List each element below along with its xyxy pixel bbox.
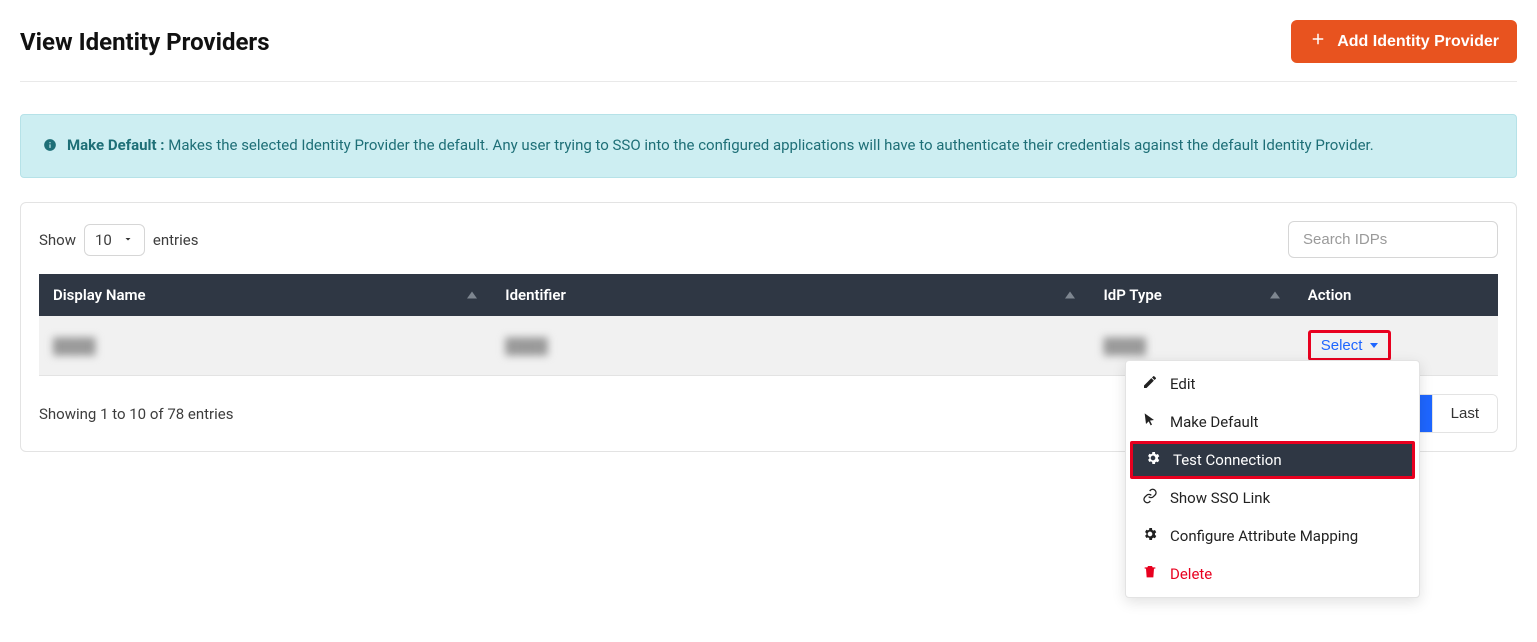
col-action-label: Action — [1308, 286, 1352, 304]
page-title: View Identity Providers — [20, 28, 270, 56]
gears-icon — [1145, 450, 1161, 470]
page-size-select[interactable]: 10 — [84, 224, 145, 256]
dropdown-item-edit[interactable]: Edit — [1126, 365, 1419, 403]
col-identifier-label: Identifier — [505, 286, 566, 304]
delete-label: Delete — [1170, 565, 1212, 583]
table-header-row: Display Name Identifier IdP Type Action — [39, 274, 1498, 316]
blurred-value: ████ — [1103, 337, 1146, 355]
add-identity-provider-button[interactable]: Add Identity Provider — [1291, 20, 1517, 63]
dropdown-item-delete[interactable]: Delete — [1126, 555, 1419, 593]
sort-arrow-icon — [467, 292, 477, 299]
col-idp-type-label: IdP Type — [1103, 286, 1161, 304]
dropdown-item-test-connection[interactable]: Test Connection — [1130, 441, 1415, 479]
blurred-value: ████ — [505, 337, 548, 355]
col-identifier[interactable]: Identifier — [491, 274, 1089, 316]
blurred-value: ████ — [53, 337, 96, 355]
col-display-name[interactable]: Display Name — [39, 274, 491, 316]
link-icon — [1142, 488, 1158, 508]
sort-arrow-icon — [1270, 292, 1280, 299]
search-input[interactable] — [1288, 221, 1498, 258]
header-row: View Identity Providers Add Identity Pro… — [20, 20, 1517, 82]
edit-label: Edit — [1170, 375, 1195, 393]
dropdown-item-configure-attr[interactable]: Configure Attribute Mapping — [1126, 517, 1419, 555]
edit-icon — [1142, 374, 1158, 394]
test-connection-label: Test Connection — [1173, 451, 1282, 469]
showing-info: Showing 1 to 10 of 78 entries — [39, 405, 233, 423]
cursor-icon — [1142, 412, 1158, 432]
configure-attr-label: Configure Attribute Mapping — [1170, 527, 1358, 545]
col-display-name-label: Display Name — [53, 286, 146, 304]
idp-table: Display Name Identifier IdP Type Action — [39, 274, 1498, 376]
trash-icon — [1142, 564, 1158, 584]
plus-icon — [1309, 30, 1327, 53]
info-text-wrap: Make Default : Makes the selected Identi… — [67, 133, 1374, 159]
make-default-label: Make Default — [1170, 413, 1258, 431]
controls-row: Show 10 entries — [39, 221, 1498, 258]
show-entries: Show 10 entries — [39, 224, 198, 256]
info-banner: Make Default : Makes the selected Identi… — [20, 114, 1517, 178]
table-row: ████ ████ ████ Select Edit — [39, 316, 1498, 376]
add-button-label: Add Identity Provider — [1337, 33, 1499, 51]
dropdown-item-make-default[interactable]: Make Default — [1126, 403, 1419, 441]
dropdown-item-show-sso-link[interactable]: Show SSO Link — [1126, 479, 1419, 517]
cell-display-name: ████ — [39, 316, 491, 376]
info-strong: Make Default : — [67, 136, 165, 154]
show-sso-link-label: Show SSO Link — [1170, 489, 1270, 507]
chevron-down-icon — [122, 231, 134, 249]
cell-identifier: ████ — [491, 316, 1089, 376]
action-select-button[interactable]: Select — [1308, 330, 1392, 361]
table-panel: Show 10 entries Display Name — [20, 202, 1517, 452]
page-size-value: 10 — [95, 231, 112, 249]
info-icon — [43, 133, 57, 159]
caret-down-icon — [1370, 343, 1378, 348]
sort-arrow-icon — [1065, 292, 1075, 299]
select-label: Select — [1321, 337, 1363, 354]
gear-icon — [1142, 526, 1158, 546]
entries-label: entries — [153, 231, 199, 249]
show-label: Show — [39, 231, 76, 249]
cell-action: Select Edit Make Default — [1294, 316, 1498, 376]
col-action: Action — [1294, 274, 1498, 316]
info-text: Makes the selected Identity Provider the… — [165, 136, 1374, 154]
col-idp-type[interactable]: IdP Type — [1089, 274, 1293, 316]
action-dropdown: Edit Make Default Test Connection — [1125, 360, 1420, 598]
page-last-button[interactable]: Last — [1433, 395, 1497, 432]
